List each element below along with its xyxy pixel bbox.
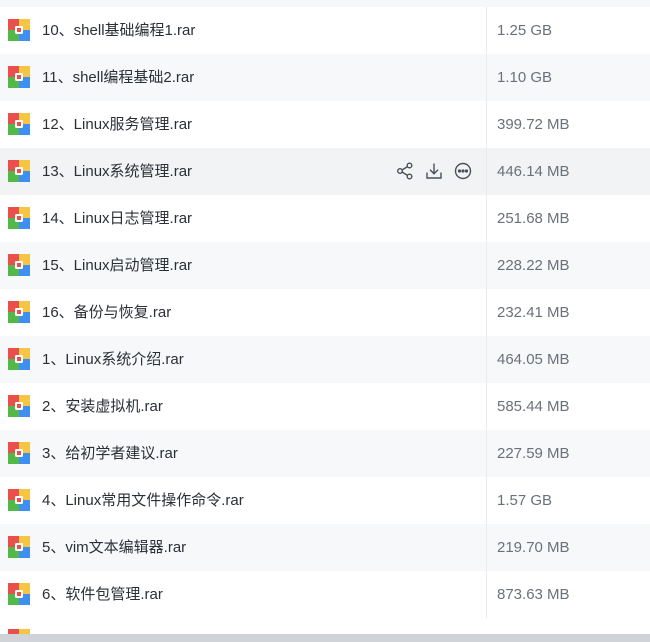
archive-file-icon [8,207,30,229]
file-size: 585.44 MB [497,398,570,415]
file-size: 1.57 GB [497,492,553,509]
share-icon[interactable] [395,161,415,181]
column-divider [486,242,487,289]
file-name[interactable]: 16、备份与恢复.rar [42,289,171,336]
column-divider [486,430,487,477]
top-strip [0,0,650,7]
column-divider [486,477,487,524]
file-name[interactable]: 2、安装虚拟机.rar [42,383,163,430]
column-divider [486,524,487,571]
file-size: 464.05 MB [497,351,570,368]
archive-file-icon [8,160,30,182]
file-row[interactable]: 6、软件包管理.rar 873.63 MB [0,571,650,618]
file-row[interactable]: 16、备份与恢复.rar 232.41 MB [0,289,650,336]
file-name[interactable]: 1、Linux系统介绍.rar [42,336,184,383]
file-size: 446.14 MB [497,163,570,180]
file-name[interactable]: 11、shell编程基础2.rar [42,54,194,101]
archive-file-icon [8,113,30,135]
file-name[interactable]: 3、给初学者建议.rar [42,430,178,477]
archive-file-icon [8,348,30,370]
file-row[interactable]: 14、Linux日志管理.rar 251.68 MB [0,195,650,242]
file-size: 399.72 MB [497,116,570,133]
file-row[interactable]: 5、vim文本编辑器.rar 219.70 MB [0,524,650,571]
file-list: 10、shell基础编程1.rar 1.25 GB 11、shell编程基础2.ra… [0,7,650,618]
horizontal-scrollbar[interactable] [0,634,650,642]
file-name[interactable]: 12、Linux服务管理.rar [42,101,192,148]
file-row[interactable]: 2、安装虚拟机.rar 585.44 MB [0,383,650,430]
file-size: 219.70 MB [497,539,570,556]
archive-file-icon [8,254,30,276]
file-size: 873.63 MB [497,586,570,603]
column-divider [486,571,487,618]
column-divider [486,336,487,383]
file-name[interactable]: 13、Linux系统管理.rar [42,148,192,195]
file-name[interactable]: 14、Linux日志管理.rar [42,195,192,242]
archive-file-icon [8,583,30,605]
column-divider [486,148,487,195]
more-icon[interactable] [453,161,473,181]
file-row[interactable]: 4、Linux常用文件操作命令.rar 1.57 GB [0,477,650,524]
file-row[interactable]: 1、Linux系统介绍.rar 464.05 MB [0,336,650,383]
file-size: 232.41 MB [497,304,570,321]
file-size: 1.25 GB [497,22,553,39]
file-row[interactable]: 12、Linux服务管理.rar 399.72 MB [0,101,650,148]
file-size: 1.10 GB [497,69,553,86]
archive-file-icon [8,489,30,511]
file-size: 227.59 MB [497,445,570,462]
file-list-page: 10、shell基础编程1.rar 1.25 GB 11、shell编程基础2.ra… [0,0,650,642]
file-row[interactable]: 11、shell编程基础2.rar 1.10 GB [0,54,650,101]
file-name[interactable]: 15、Linux启动管理.rar [42,242,192,289]
archive-file-icon [8,536,30,558]
file-row[interactable]: 10、shell基础编程1.rar 1.25 GB [0,7,650,54]
column-divider [486,383,487,430]
archive-file-icon [8,395,30,417]
archive-file-icon [8,301,30,323]
file-name[interactable]: 10、shell基础编程1.rar [42,7,195,54]
column-divider [486,7,487,54]
file-row[interactable]: 15、Linux启动管理.rar 228.22 MB [0,242,650,289]
archive-file-icon [8,66,30,88]
file-name[interactable]: 5、vim文本编辑器.rar [42,524,186,571]
file-row[interactable]: 3、给初学者建议.rar 227.59 MB [0,430,650,477]
archive-file-icon [8,442,30,464]
archive-file-icon [8,19,30,41]
file-row[interactable]: 13、Linux系统管理.rar 446.14 MB [0,148,650,195]
file-size: 228.22 MB [497,257,570,274]
file-size: 251.68 MB [497,210,570,227]
column-divider [486,289,487,336]
row-actions [395,161,473,181]
file-name[interactable]: 4、Linux常用文件操作命令.rar [42,477,244,524]
column-divider [486,195,487,242]
file-name[interactable]: 6、软件包管理.rar [42,571,163,618]
column-divider [486,101,487,148]
column-divider [486,54,487,101]
download-icon[interactable] [424,161,444,181]
